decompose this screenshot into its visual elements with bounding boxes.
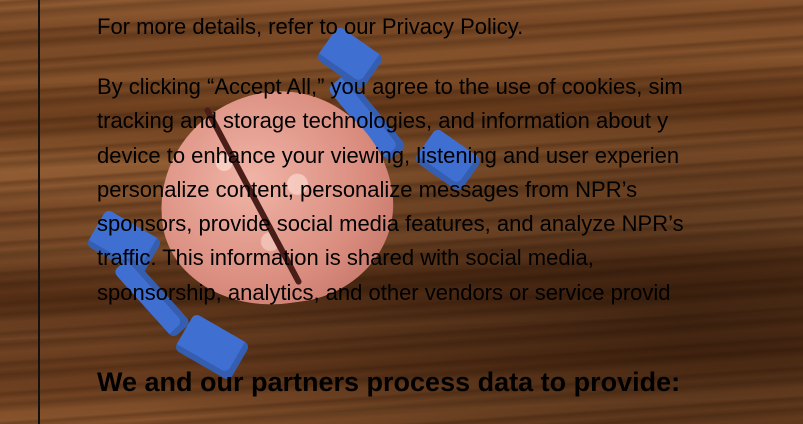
paragraph-line: personalize content, personalize message…: [97, 176, 638, 202]
frame-border: [38, 0, 40, 424]
paragraph-line: traffic. This information is shared with…: [97, 245, 594, 271]
paragraph-line: device to enhance your viewing, listenin…: [97, 142, 680, 168]
paragraph-line: sponsors, provide social media features,…: [97, 211, 684, 237]
privacy-policy-text: For more details, refer to our Privacy P…: [97, 14, 524, 39]
consent-paragraph: By clicking “Accept All,” you agree to t…: [97, 70, 803, 310]
paragraph-line: By clicking “Accept All,” you agree to t…: [97, 74, 683, 99]
partners-heading: We and our partners process data to prov…: [97, 367, 681, 397]
paragraph-line: sponsorship, analytics, and other vendor…: [97, 279, 671, 305]
paragraph-line: tracking and storage technologies, and i…: [97, 108, 669, 134]
